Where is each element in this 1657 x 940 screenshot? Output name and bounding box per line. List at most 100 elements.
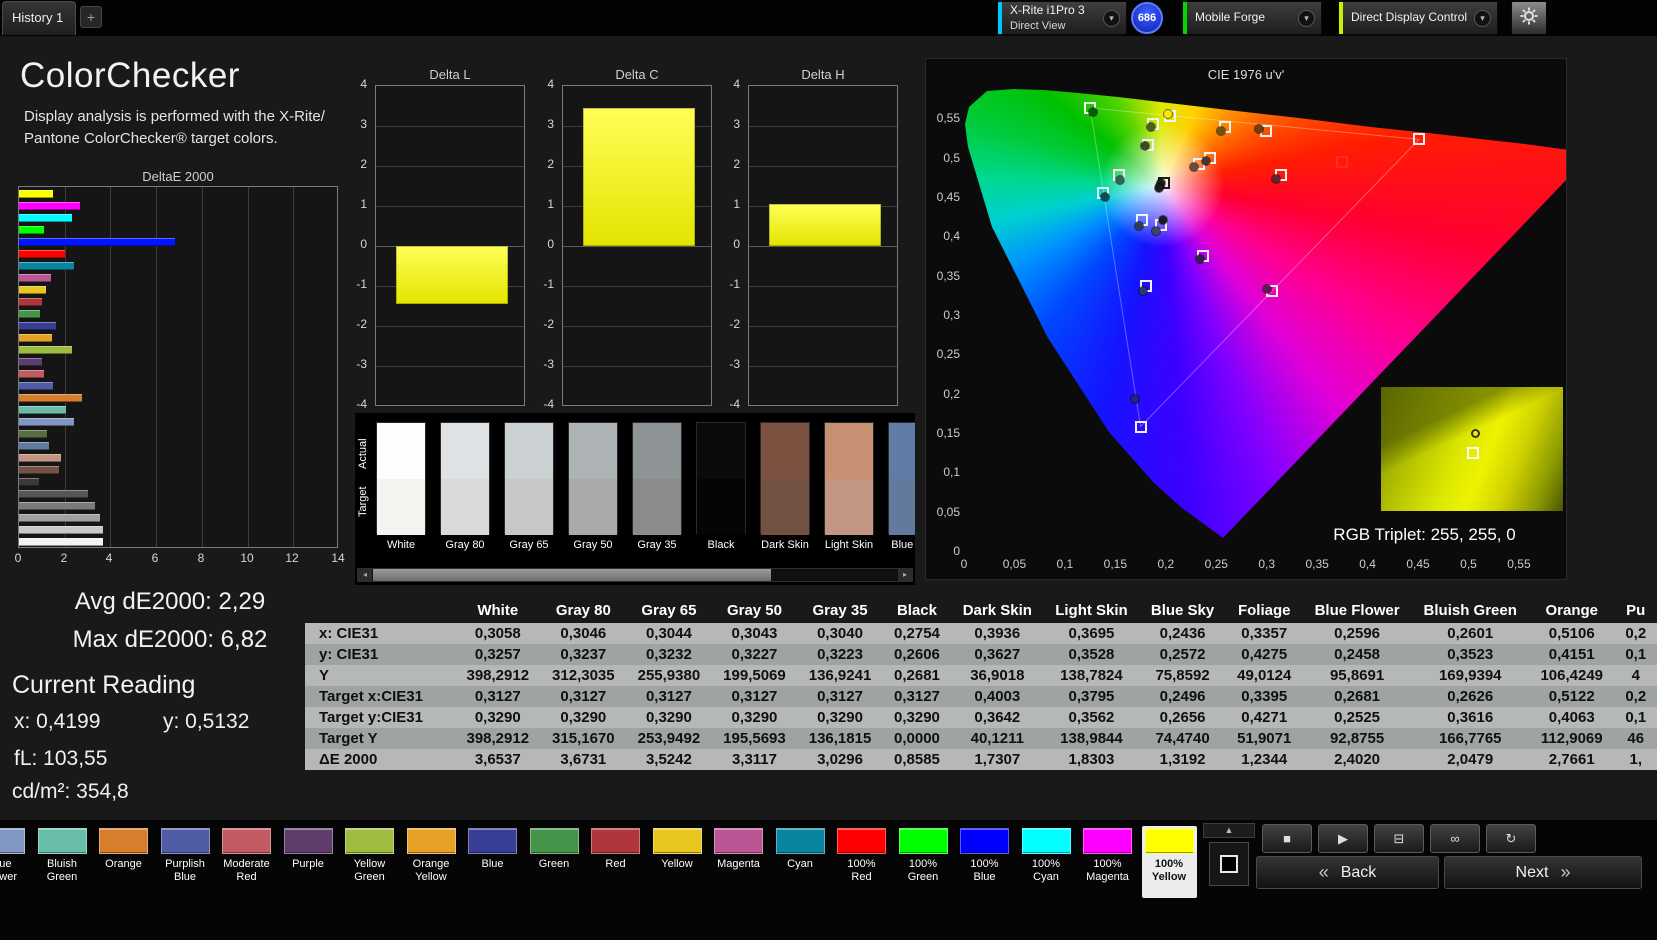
scrollbar-thumb[interactable] [373, 569, 771, 581]
play-button[interactable]: ▶ [1318, 824, 1368, 853]
swatch-scrollbar[interactable]: ◂ ▸ [357, 568, 913, 582]
scroll-left-icon[interactable]: ◂ [358, 569, 372, 581]
deltae-bar [19, 538, 103, 546]
patch-button-magenta[interactable]: Magenta [711, 826, 766, 898]
pattern-button[interactable]: ⊟ [1374, 824, 1424, 853]
display-control-dropdown[interactable]: Direct Display Control ▾ [1338, 1, 1498, 35]
patch-button-purple[interactable]: Purple [281, 826, 336, 898]
patch-button-100-blue[interactable]: 100% Blue [957, 826, 1012, 898]
table-cell: 1,8303 [1068, 751, 1115, 768]
patch-button-blue-flower[interactable]: BlueFlower [0, 826, 28, 898]
cie-x-tick-label: 0,05 [1002, 557, 1027, 571]
table-cell: 0,3290 [560, 709, 607, 726]
patch-window-toggle-button[interactable] [1209, 842, 1249, 886]
cie-measured-marker [1154, 184, 1163, 193]
cie-measured-marker [1138, 286, 1147, 295]
stop-button[interactable]: ■ [1262, 824, 1312, 853]
table-cell: 0,3127 [817, 688, 863, 705]
results-table-head: White Gray 80 Gray 65 Gray 50 Gray 35 Black Da… [305, 598, 1657, 623]
back-button[interactable]: « Back [1256, 856, 1439, 889]
cie-measured-marker [1101, 192, 1110, 201]
table-cell: 0,4003 [974, 688, 1021, 705]
cie-x-tick-label: 0 [960, 557, 968, 571]
cie-x-tick-label: 0,2 [1157, 557, 1175, 571]
patch-button-100-yellow[interactable]: 100% Yellow [1141, 826, 1197, 898]
patch-button-blue[interactable]: Blue [465, 826, 520, 898]
deltae-bar [19, 190, 53, 198]
cie-target-marker [1134, 420, 1147, 433]
cie-x-tick-label: 0,1 [1056, 557, 1074, 571]
swatch-target [505, 479, 553, 535]
swatch-target [377, 479, 425, 535]
table-cell: 0,3223 [817, 646, 863, 663]
next-button[interactable]: Next » [1444, 856, 1642, 889]
deltae-x-tick-label: 4 [105, 551, 113, 565]
table-cell: 138,7824 [1060, 667, 1123, 684]
patch-label-line2: Blue [973, 871, 996, 883]
table-cell: 0,3046 [560, 625, 607, 642]
chevron-up-icon: ▲ [1224, 825, 1234, 835]
table-cell: 0,3395 [1241, 688, 1288, 705]
patch-button-moderate-red[interactable]: Moderate Red [219, 826, 274, 898]
patch-button-orange[interactable]: Orange [96, 826, 151, 898]
patch-button-orange-yellow[interactable]: Orange Yellow [404, 826, 459, 898]
delta-c-y-tick-label: -1 [543, 277, 554, 291]
patch-button-green[interactable]: Green [527, 826, 582, 898]
meter-dropdown[interactable]: X-Rite i1Pro 3 Direct View ▾ [997, 1, 1127, 35]
patch-button-bluish-green[interactable]: Bluish Green [35, 826, 90, 898]
patch-list-expand-button[interactable]: ▲ [1203, 823, 1255, 838]
gear-icon [1519, 6, 1539, 31]
page-description: Display analysis is performed with the X… [24, 106, 325, 150]
delta-l-y-tick-label: -4 [356, 397, 367, 411]
table-cell: 0,3058 [474, 625, 521, 642]
patch-swatch [160, 828, 210, 854]
patch-button-100-red[interactable]: 100% Red [834, 826, 889, 898]
table-row: Target x:CIE31 0,3127 0,3127 0,3127 0,3127 0,… [305, 686, 1657, 707]
cie-measured-marker [1202, 156, 1211, 165]
refresh-button[interactable]: ↻ [1486, 824, 1536, 853]
cie-y-tick-label: 0,1 [943, 465, 960, 480]
delta-l-y-tick-label: -3 [356, 357, 367, 371]
patch-swatch [960, 828, 1009, 854]
table-cell: 4 [1631, 667, 1640, 684]
cie-measured-marker [1158, 216, 1167, 225]
chevron-down-icon[interactable]: ▾ [1103, 9, 1120, 27]
patch-swatch [37, 828, 87, 854]
deltae-x-tick-label: 14 [331, 551, 345, 565]
results-table-wrap: White Gray 80 Gray 65 Gray 50 Gray 35 Black Da… [305, 598, 1657, 800]
delta-c-title: Delta C [615, 67, 659, 82]
cie-measured-marker [1163, 110, 1172, 119]
table-cell: 0,3528 [1068, 646, 1115, 663]
patch-label-line2: Magenta [1086, 871, 1129, 883]
delta-c-y-tick-label: 2 [547, 157, 554, 171]
continuous-read-button[interactable]: ∞ [1430, 824, 1480, 853]
source-dropdown[interactable]: Mobile Forge ▾ [1182, 1, 1322, 35]
patch-button-yellow[interactable]: Yellow [650, 826, 705, 898]
chevron-down-icon[interactable]: ▾ [1474, 9, 1491, 27]
add-tab-button[interactable]: + [80, 6, 102, 28]
swatch-label: Light Skin [824, 539, 874, 551]
cie-x-tick-label: 0,4 [1359, 557, 1376, 571]
patch-button-yellow-green[interactable]: Yellow Green [342, 826, 397, 898]
patch-button-purplish-blue[interactable]: Purplish Blue [158, 826, 213, 898]
page-description-line1: Display analysis is performed with the X… [24, 108, 325, 125]
table-cell: 0,3616 [1447, 709, 1494, 726]
patch-button-red[interactable]: Red [588, 826, 643, 898]
display-accent-bar [1339, 2, 1343, 34]
history-tab[interactable]: History 1 [2, 1, 76, 35]
patch-button-100-magenta[interactable]: 100% Magenta [1080, 826, 1135, 898]
settings-button[interactable] [1511, 1, 1547, 35]
reading-fl: fL: 103,55 [14, 747, 108, 770]
chevron-down-icon[interactable]: ▾ [1298, 9, 1315, 27]
scroll-right-icon[interactable]: ▸ [898, 569, 912, 581]
patch-button-100-cyan[interactable]: 100% Cyan [1019, 826, 1074, 898]
patch-label-line1: Moderate [223, 858, 270, 870]
patch-button-100-green[interactable]: 100% Green [896, 826, 951, 898]
delta-l-y-tick-label: 4 [360, 77, 367, 91]
cie-y-tick-label: 0,5 [943, 150, 960, 165]
table-cell: 0,3290 [731, 709, 778, 726]
patch-button-cyan[interactable]: Cyan [773, 826, 828, 898]
deltae-bar [19, 418, 74, 426]
table-row: Target Y 398,2912 315,1670 253,9492 195,5693… [305, 728, 1657, 749]
deltae-bar [19, 490, 88, 498]
